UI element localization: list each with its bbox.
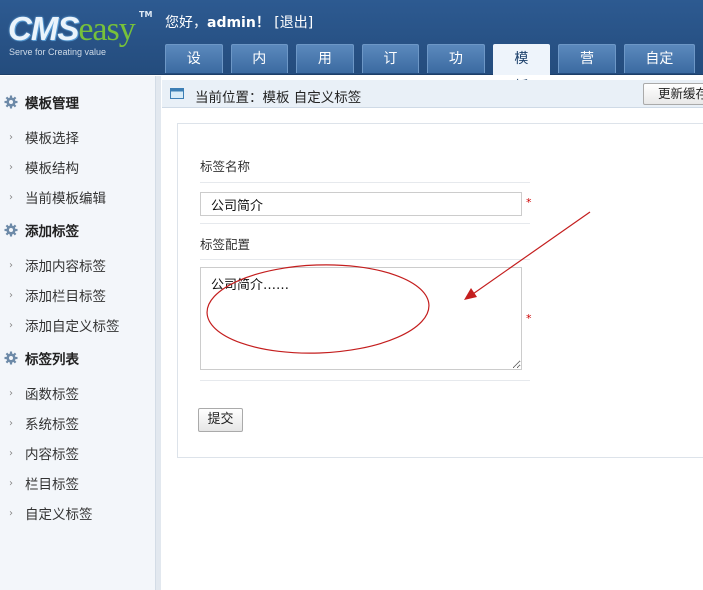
cmseasy-logo: CMSeasy TM Serve for Creating value [6, 8, 156, 63]
tag-name-label: 标签名称 [200, 159, 251, 174]
gear-icon [4, 223, 18, 237]
tab-functions[interactable]: 功能 [427, 44, 485, 95]
main-nav-tabs: 设置 内容 用户 订单 功能 模板 营销 自定义 [165, 44, 703, 95]
greeting-prefix: 您好， [165, 15, 207, 31]
sidebar-group-tag-list[interactable]: 标签列表 [4, 348, 79, 368]
divider [200, 259, 530, 260]
gear-icon [4, 95, 18, 109]
tab-users[interactable]: 用户 [296, 44, 354, 95]
required-mark: * [526, 312, 532, 325]
update-cache-button[interactable]: 更新缓存 [643, 83, 703, 105]
sidebar-item-template-select[interactable]: › 模板选择 [9, 127, 79, 147]
sidebar-item-label: 模板选择 [25, 131, 79, 147]
caret-right-icon: › [9, 131, 13, 143]
sidebar-item-current-template-edit[interactable]: › 当前模板编辑 [9, 187, 106, 207]
breadcrumb: 当前位置：模板 自定义标签 [162, 80, 703, 108]
sidebar-group-label: 模板管理 [25, 96, 79, 112]
tab-custom[interactable]: 自定义 [623, 44, 696, 95]
user-greeting: 您好，admin！ [退出] [165, 12, 313, 32]
logo-cms-text: CMS [8, 10, 79, 47]
caret-right-icon: › [9, 259, 13, 271]
tab-content[interactable]: 内容 [230, 44, 289, 95]
caret-right-icon: › [9, 417, 13, 429]
sidebar-item-label: 自定义标签 [25, 507, 93, 523]
sidebar-item-template-structure[interactable]: › 模板结构 [9, 157, 79, 177]
sidebar-item-system-tags[interactable]: › 系统标签 [9, 413, 79, 433]
divider [200, 223, 530, 224]
sidebar-item-content-tags[interactable]: › 内容标签 [9, 443, 79, 463]
breadcrumb-text: 当前位置：模板 自定义标签 [195, 90, 362, 106]
submit-button[interactable]: 提交 [198, 408, 243, 432]
sidebar-item-label: 添加栏目标签 [25, 289, 106, 305]
tab-orders[interactable]: 订单 [361, 44, 420, 95]
sidebar-item-label: 模板结构 [25, 161, 79, 177]
required-mark: * [526, 196, 532, 209]
sidebar-item-label: 添加自定义标签 [25, 319, 120, 335]
caret-right-icon: › [9, 447, 13, 459]
tag-config-textarea[interactable]: 公司简介…… [200, 267, 522, 370]
sidebar-item-function-tags[interactable]: › 函数标签 [9, 383, 79, 403]
caret-right-icon: › [9, 319, 13, 331]
sidebar-item-column-tags[interactable]: › 栏目标签 [9, 473, 79, 493]
sidebar-item-label: 栏目标签 [25, 477, 79, 493]
tab-marketing[interactable]: 营销 [558, 44, 616, 95]
divider [200, 182, 530, 183]
sidebar-item-add-custom-tag[interactable]: › 添加自定义标签 [9, 315, 120, 335]
username: admin [207, 15, 256, 31]
window-icon [170, 88, 184, 99]
divider [200, 380, 530, 381]
sidebar-group-add-tags[interactable]: 添加标签 [4, 220, 79, 240]
top-header: CMSeasy TM Serve for Creating value 您好，a… [0, 0, 703, 95]
greeting-suffix: ！ [255, 15, 270, 31]
caret-right-icon: › [9, 507, 13, 519]
logo-easy-text: easy [78, 11, 135, 48]
sidebar-item-label: 添加内容标签 [25, 259, 106, 275]
tag-name-input[interactable] [200, 192, 522, 216]
caret-right-icon: › [9, 477, 13, 489]
sidebar-item-add-column-tag[interactable]: › 添加栏目标签 [9, 285, 106, 305]
caret-right-icon: › [9, 191, 13, 203]
sidebar-item-label: 当前模板编辑 [25, 191, 106, 207]
sidebar-item-label: 内容标签 [25, 447, 79, 463]
tag-config-label: 标签配置 [200, 237, 251, 252]
logout-link[interactable]: [退出] [274, 15, 313, 31]
logo-trademark: TM [139, 10, 153, 19]
sidebar-group-label: 标签列表 [25, 352, 79, 368]
tab-templates[interactable]: 模板 [492, 44, 551, 95]
sidebar-item-label: 系统标签 [25, 417, 79, 433]
sidebar-item-label: 函数标签 [25, 387, 79, 403]
sidebar-group-label: 添加标签 [25, 224, 79, 240]
caret-right-icon: › [9, 289, 13, 301]
sidebar-item-custom-tags[interactable]: › 自定义标签 [9, 503, 93, 523]
sidebar-item-add-content-tag[interactable]: › 添加内容标签 [9, 255, 106, 275]
sidebar-group-template-management[interactable]: 模板管理 [4, 92, 79, 112]
gear-icon [4, 351, 18, 365]
caret-right-icon: › [9, 161, 13, 173]
logo-slogan: Serve for Creating value [9, 47, 107, 57]
caret-right-icon: › [9, 387, 13, 399]
tab-settings[interactable]: 设置 [165, 44, 223, 95]
